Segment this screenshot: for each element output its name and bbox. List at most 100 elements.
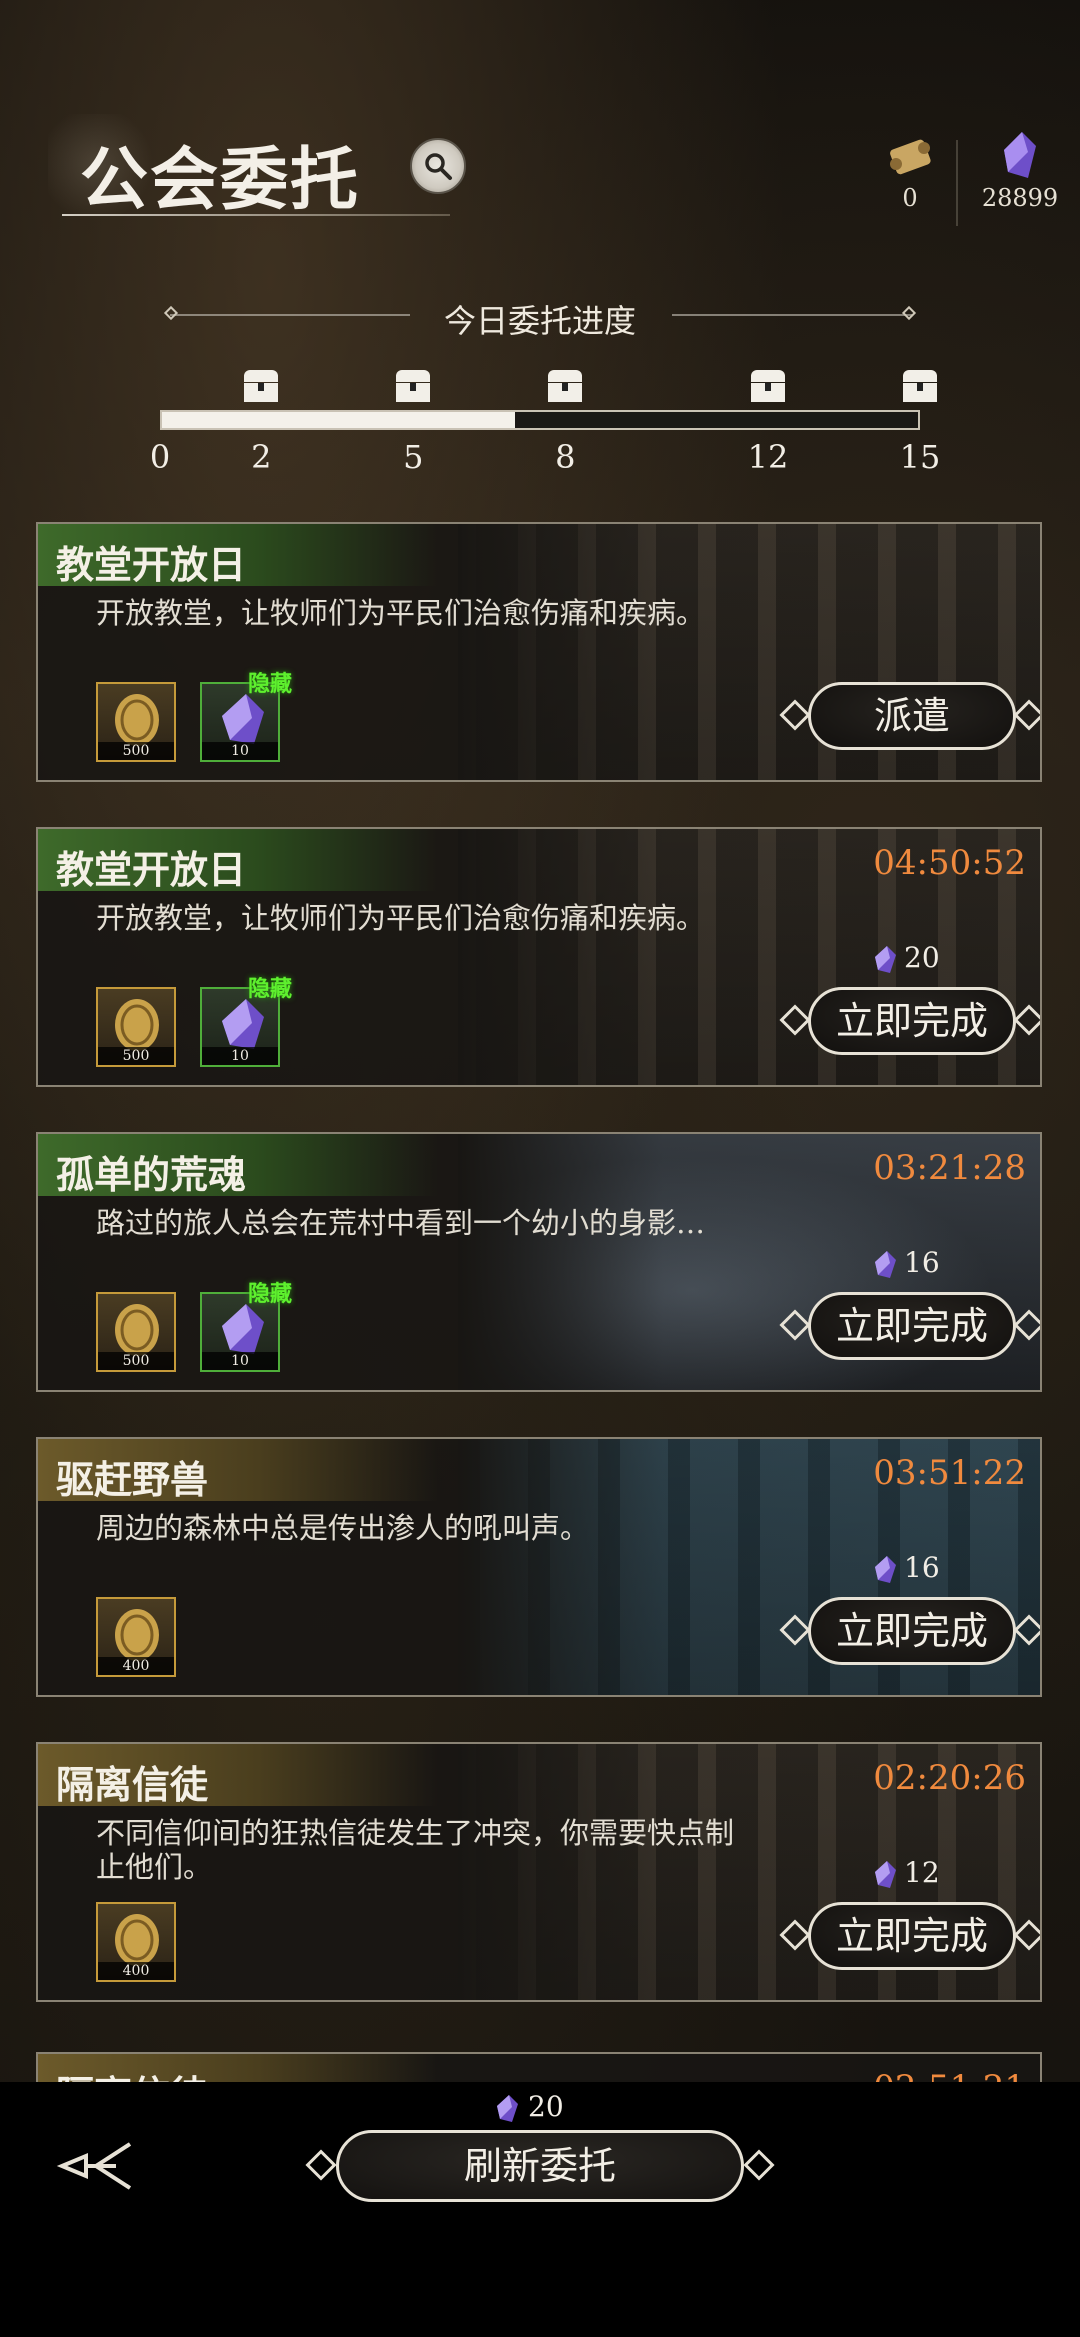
milestone-chest-icon[interactable] <box>244 370 279 402</box>
crystal-icon <box>872 1246 904 1279</box>
refresh-button-wrap: 刷新委托 <box>305 2130 775 2206</box>
complete-cost: 16 <box>872 1246 940 1280</box>
reward-quantity: 500 <box>98 1352 174 1370</box>
progress-title-line-right <box>672 314 912 316</box>
card-title: 孤单的荒魂 <box>56 1152 247 1197</box>
action-button-wrap: 立即完成 <box>779 987 1040 1059</box>
milestone-chest-icon[interactable] <box>548 370 583 402</box>
commission-card[interactable]: 教堂开放日开放教堂，让牧师们为平民们治愈伤痛和疾病。 500 10 隐藏 派遣 <box>36 522 1042 782</box>
hidden-reward-tag: 隐藏 <box>248 976 293 1002</box>
complete-cost-value: 16 <box>904 1246 940 1279</box>
reward-slot[interactable]: 400 <box>96 1597 176 1677</box>
progress-fill <box>162 412 515 428</box>
refresh-cost-value: 20 <box>528 2090 564 2123</box>
reward-quantity: 400 <box>98 1657 174 1675</box>
action-button-wrap: 立即完成 <box>779 1902 1040 1974</box>
complete-cost: 16 <box>872 1551 940 1585</box>
crystal-icon <box>872 1551 904 1584</box>
milestone-chest-icon[interactable] <box>751 370 785 402</box>
action-button-wrap: 立即完成 <box>779 1292 1040 1364</box>
hidden-reward-tag: 隐藏 <box>248 1281 293 1307</box>
complete-cost: 20 <box>872 941 940 975</box>
reward-quantity: 500 <box>98 1047 174 1065</box>
reward-quantity: 500 <box>98 742 174 760</box>
reward-quantity: 10 <box>202 742 278 760</box>
card-title: 隔离信徒 <box>56 1762 209 1807</box>
title-underline <box>62 214 450 216</box>
card-title: 教堂开放日 <box>56 542 247 587</box>
hidden-reward-tag: 隐藏 <box>248 671 293 697</box>
button-ornament-right <box>1013 699 1040 731</box>
commission-card[interactable]: 孤单的荒魂 03:21:28 路过的旅人总会在荒村中看到一个幼小的身影… 500 10 隐… <box>36 1132 1042 1392</box>
resource-divider <box>956 140 958 226</box>
milestone-chest-icon[interactable] <box>396 370 431 402</box>
reward-quantity: 400 <box>98 1962 174 1980</box>
refresh-button[interactable]: 刷新委托 <box>336 2130 744 2202</box>
milestone-label: 8 <box>555 438 576 476</box>
card-description: 周边的森林中总是传出渗人的吼叫声。 <box>96 1511 590 1545</box>
milestone-label: 15 <box>899 438 941 476</box>
reward-slot[interactable]: 400 <box>96 1902 176 1982</box>
button-ornament-left <box>779 1309 811 1341</box>
commission-card[interactable]: 驱赶野兽 03:51:22 周边的森林中总是传出渗人的吼叫声。 400 16 立即完成 <box>36 1437 1042 1697</box>
scroll-resource[interactable]: 0 <box>880 128 940 212</box>
title-area: 公会委托 <box>48 114 458 220</box>
button-ornament-left <box>779 1614 811 1646</box>
card-timer: 03:51:22 <box>873 1453 1026 1493</box>
action-button-wrap: 派遣 <box>779 682 1040 754</box>
button-ornament-left <box>779 1004 811 1036</box>
search-button[interactable] <box>410 138 466 194</box>
button-ornament-right <box>1013 1919 1040 1951</box>
reward-slot[interactable]: 500 <box>96 1292 176 1372</box>
commission-card[interactable]: 教堂开放日 04:50:52 开放教堂，让牧师们为平民们治愈伤痛和疾病。 500 10 隐… <box>36 827 1042 1087</box>
milestone-label: 12 <box>747 438 789 476</box>
commission-card[interactable]: 隔离信徒 02:20:26 不同信仰间的狂热信徒发生了冲突，你需要快点制止他们。 40… <box>36 1742 1042 2002</box>
card-description: 路过的旅人总会在荒村中看到一个幼小的身影… <box>96 1206 706 1240</box>
button-ornament-left <box>305 2149 337 2181</box>
complete-now-button[interactable]: 立即完成 <box>808 1597 1016 1665</box>
reward-quantity: 10 <box>202 1047 278 1065</box>
card-title: 驱赶野兽 <box>56 1457 209 1502</box>
back-arrow-icon <box>56 2142 132 2190</box>
card-title: 教堂开放日 <box>56 847 247 892</box>
refresh-cost: 20 <box>494 2090 564 2124</box>
milestone-label: 5 <box>403 438 424 476</box>
complete-cost-value: 20 <box>904 941 940 974</box>
button-ornament-right <box>743 2149 775 2181</box>
complete-now-button[interactable]: 立即完成 <box>808 1292 1016 1360</box>
reward-slot[interactable]: 500 <box>96 682 176 762</box>
action-button-wrap: 立即完成 <box>779 1597 1040 1669</box>
crystal-icon <box>960 128 1080 184</box>
complete-cost: 12 <box>872 1856 940 1890</box>
card-description: 开放教堂，让牧师们为平民们治愈伤痛和疾病。 <box>96 596 706 630</box>
progress-title-line-left <box>170 314 410 316</box>
search-icon <box>425 153 452 180</box>
page-title: 公会委托 <box>80 140 361 220</box>
button-ornament-right <box>1013 1004 1040 1036</box>
dispatch-button[interactable]: 派遣 <box>808 682 1016 750</box>
reward-quantity: 10 <box>202 1352 278 1370</box>
milestone-label: 0 <box>149 438 171 476</box>
crystal-count: 28899 <box>981 184 1059 212</box>
milestone-chest-icon[interactable] <box>903 370 937 402</box>
button-ornament-left <box>779 699 811 731</box>
crystal-resource[interactable]: 28899 <box>960 128 1080 212</box>
milestone-label: 2 <box>251 438 272 476</box>
card-timer: 02:20:26 <box>873 1758 1026 1798</box>
scroll-count: 0 <box>902 184 918 212</box>
reward-slot[interactable]: 500 <box>96 987 176 1067</box>
complete-cost-value: 12 <box>904 1856 940 1889</box>
card-description: 开放教堂，让牧师们为平民们治愈伤痛和疾病。 <box>96 901 706 935</box>
card-timer: 03:21:28 <box>873 1148 1026 1188</box>
complete-cost-value: 16 <box>904 1551 940 1584</box>
crystal-icon <box>497 2094 518 2122</box>
complete-now-button[interactable]: 立即完成 <box>808 1902 1016 1970</box>
back-button[interactable] <box>56 2134 136 2198</box>
crystal-icon <box>872 941 904 974</box>
crystal-icon <box>872 1856 904 1889</box>
scroll-icon <box>880 128 940 184</box>
complete-now-button[interactable]: 立即完成 <box>808 987 1016 1055</box>
button-ornament-right <box>1013 1309 1040 1341</box>
progress-title: 今日委托进度 <box>443 302 636 340</box>
button-ornament-right <box>1013 1614 1040 1646</box>
